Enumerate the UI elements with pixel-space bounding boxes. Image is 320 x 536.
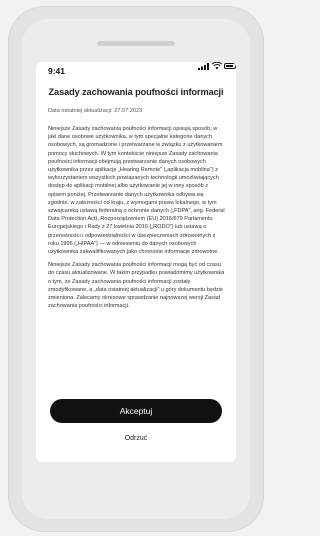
scroll-fade — [36, 362, 236, 392]
status-time: 9:41 — [48, 66, 66, 76]
page-title: Zasady zachowania poufności informacji — [48, 87, 224, 97]
status-bar: 9:41 — [36, 62, 236, 80]
policy-paragraph: Niniejsze Zasady zachowania poufności in… — [48, 126, 225, 256]
phone-screen: 9:41 Zasady zachowania poufności informa… — [36, 62, 236, 462]
wifi-icon — [212, 62, 222, 70]
policy-text: Niniejsze Zasady zachowania poufności in… — [48, 125, 226, 315]
last-updated-date: Data ostatniej aktualizacji: 27.07.2023 — [48, 108, 143, 114]
accept-button[interactable]: Akceptuj — [50, 399, 222, 423]
speaker-slot — [97, 41, 175, 46]
signal-icon — [198, 63, 209, 70]
policy-paragraph: Niniejsze Zasady zachowania poufności in… — [48, 262, 225, 310]
battery-icon — [224, 63, 236, 69]
reject-link[interactable]: Odrzuć — [36, 435, 236, 442]
